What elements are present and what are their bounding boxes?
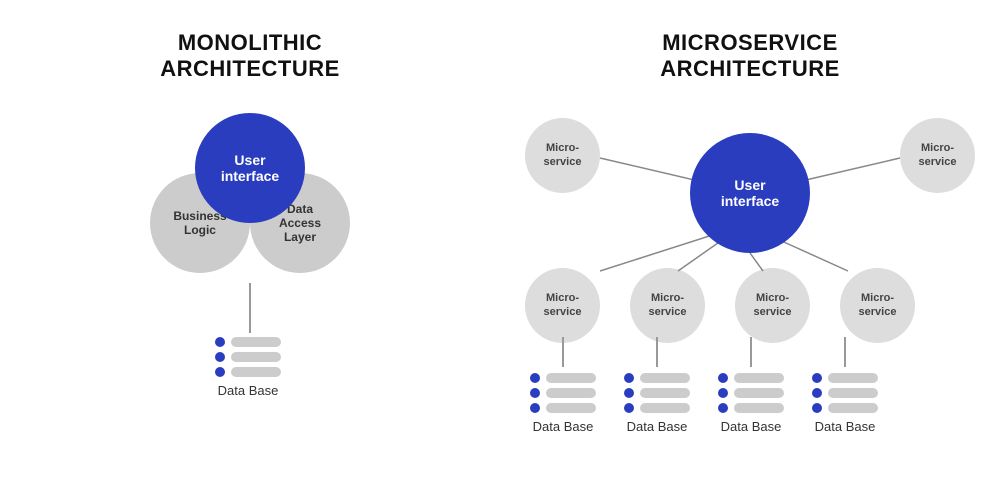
mono-bar-3 (231, 367, 281, 377)
micro-dot-4c (812, 403, 822, 413)
micro-dot-3c (718, 403, 728, 413)
microservice-title: MICROSERVICEARCHITECTURE (660, 30, 840, 83)
mono-bar-2 (231, 352, 281, 362)
micro-db-label-4: Data Base (815, 419, 876, 434)
mono-ui-circle: Userinterface (195, 113, 305, 223)
micro-dot-2c (624, 403, 634, 413)
mono-connector-line (249, 283, 251, 333)
mono-dot-3 (215, 367, 225, 377)
micro-dot-1c (530, 403, 540, 413)
mono-dot-1 (215, 337, 225, 347)
monolithic-diagram: Userinterface BusinessLogic DataAccessLa… (120, 113, 380, 313)
mono-db-icon (215, 337, 281, 377)
micro-bar-1c (546, 403, 596, 413)
microservice-diagram: Userinterface Micro-service Micro-servic… (510, 103, 990, 403)
mono-db-dots (215, 337, 225, 377)
mono-db-area: Data Base (215, 333, 281, 398)
monolithic-section: MONOLITHICARCHITECTURE Userinterface Bus… (0, 0, 500, 500)
microservice-section: MICROSERVICEARCHITECTURE Userinterface M… (500, 0, 1000, 500)
micro-ui-label: Userinterface (721, 177, 779, 209)
micro-bar-2c (640, 403, 690, 413)
micro-db-label-1: Data Base (533, 419, 594, 434)
mono-db-bars (231, 337, 281, 377)
micro-ui-circle: Userinterface (690, 133, 810, 253)
micro-db-label-3: Data Base (721, 419, 782, 434)
mono-dot-2 (215, 352, 225, 362)
mono-db-label: Data Base (218, 383, 279, 398)
micro-bar-4c (828, 403, 878, 413)
micro-bar-3c (734, 403, 784, 413)
micro-db-label-2: Data Base (627, 419, 688, 434)
mono-bar-1 (231, 337, 281, 347)
monolithic-title: MONOLITHICARCHITECTURE (160, 30, 340, 83)
mono-ui-label: Userinterface (221, 152, 279, 184)
